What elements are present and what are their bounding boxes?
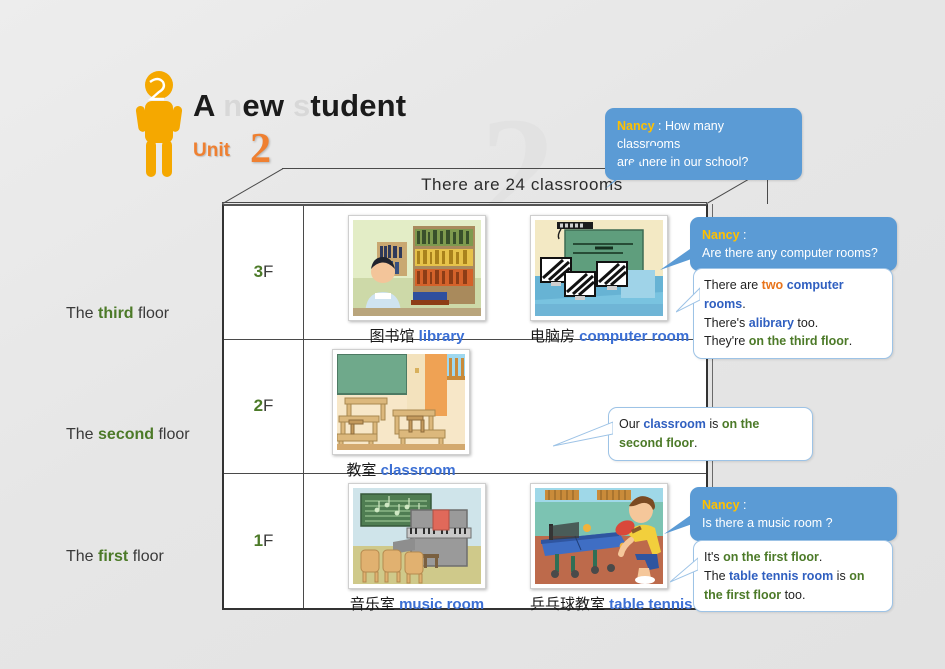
bubble-line: Our classroom is on the second floor. (619, 415, 802, 453)
bubble-tail-q1 (604, 146, 660, 190)
floor-tag-number: 2 (253, 396, 264, 416)
caption-cn: 乒乓球教室 (530, 595, 610, 613)
room-caption: 音乐室 music room (348, 593, 486, 614)
title-seg-faded-2: s (292, 88, 311, 123)
side-label-prefix: The (66, 548, 99, 565)
library-illustration (348, 215, 486, 321)
text-seg: too. (793, 315, 819, 330)
bubble-line: Are there any computer rooms? (702, 246, 878, 261)
speaker-name: Nancy (702, 228, 740, 242)
bubble-answer-computer-rooms[interactable]: There are two computer rooms. There's al… (693, 268, 893, 359)
title-seg-2: ew (242, 88, 293, 123)
text-seg: . (742, 296, 746, 311)
highlight-classroom: classroom (643, 417, 706, 431)
rooms-1f: 音乐室 music room 乒乓球教室 table tennis room (304, 474, 734, 613)
side-label-ordinal: second (98, 426, 155, 443)
speaker-colon: : (654, 119, 665, 133)
floor-tag-suffix: F (263, 262, 274, 282)
side-label-third: The third floor (66, 305, 226, 323)
floor-tag-suffix: F (263, 530, 274, 550)
side-label-second: The second floor (66, 426, 226, 444)
roof-diagonal-left (222, 168, 284, 204)
side-label-suffix: floor (133, 305, 170, 322)
highlight-library: alibrary (748, 315, 794, 330)
title-seg-1: A (193, 88, 224, 123)
side-label-suffix: floor (154, 426, 190, 443)
floor-tag-2f: 2F (224, 339, 304, 473)
bubble-line: Is there a music room ? (702, 516, 833, 531)
floor-tag-3f: 3F (224, 206, 304, 339)
bubble-question-computer-rooms[interactable]: Nancy : Are there any computer rooms? (690, 217, 897, 272)
highlight-first-floor: on the first floor (723, 550, 819, 564)
floor-tag-number: 3 (253, 262, 264, 282)
speaker-name: Nancy (702, 498, 740, 512)
bubble-line: Nancy : (702, 496, 885, 514)
room-library[interactable]: 图书馆 library (348, 215, 486, 346)
highlight-table-tennis-room: table tennis room (729, 568, 834, 583)
room-computer[interactable]: 电脑房 computer room (530, 215, 689, 346)
floor-tag-1f: 1F (224, 473, 304, 608)
floor-row-1f: 1F 音乐室 music room 乒乓球教室 table tennis roo… (224, 473, 734, 613)
text-seg: It's (704, 550, 724, 564)
floor-tag-number: 1 (253, 530, 264, 550)
text-seg: . (848, 334, 853, 349)
side-label-ordinal: first (98, 548, 129, 565)
text-seg: . (694, 435, 698, 450)
bubble-tail-a4 (670, 557, 698, 583)
caption-en: music room (399, 595, 485, 613)
page-title: A new student (193, 88, 406, 124)
bubble-line: It's on the first floor. (704, 548, 882, 567)
text-seg: Our (619, 417, 644, 431)
text-seg: . (818, 550, 823, 564)
bubble-line: There's alibrary too. (704, 314, 882, 333)
bubble-line: They're on the third floor. (704, 332, 882, 351)
computer-room-illustration (530, 215, 668, 321)
speaker-colon: : (739, 228, 747, 242)
side-label-prefix: The (66, 426, 99, 443)
text-seg: There's (704, 315, 749, 330)
unit-label: Unit (193, 140, 230, 161)
side-label-suffix: floor (128, 548, 164, 565)
bubble-line: There are two computer rooms. (704, 276, 882, 314)
title-seg-faded-1: n (223, 88, 243, 123)
bubble-question-music-room[interactable]: Nancy : Is there a music room ? (690, 487, 897, 542)
side-label-ordinal: third (98, 305, 134, 322)
text-seg: too. (781, 587, 806, 602)
bubble-tail-q2 (660, 242, 700, 270)
caption-cn: 音乐室 (349, 595, 400, 613)
classroom-illustration (332, 348, 470, 455)
side-label-prefix: The (66, 305, 99, 322)
music-room-illustration (348, 482, 486, 589)
student-figure-icon (135, 71, 183, 177)
floor-tag-suffix: F (263, 396, 274, 416)
table-tennis-room-illustration (530, 482, 668, 589)
bubble-line: The table tennis room is on the first fl… (704, 567, 882, 605)
slide-canvas: 2 𝒞 A new student Unit 2 The third floor… (0, 0, 945, 669)
bubble-tail-q4 (664, 510, 698, 534)
text-seg: is (705, 417, 722, 431)
bubble-tail-a3 (553, 421, 613, 447)
floor-row-3f: 3F 图书馆 library 电脑房 computer room (224, 206, 706, 345)
text-seg: They're (704, 334, 749, 349)
room-classroom[interactable]: 教室 classroom (332, 348, 470, 480)
text-seg: There are (704, 278, 762, 292)
unit-number: 2 (250, 126, 271, 172)
side-label-first: The first floor (66, 548, 226, 566)
rooms-3f: 图书馆 library 电脑房 computer room (304, 206, 706, 345)
title-seg-3: tudent (310, 88, 407, 123)
speaker-name: Nancy (617, 119, 655, 133)
bubble-line: Nancy : (702, 226, 885, 244)
text-seg: is (833, 568, 850, 583)
text-seg: The (704, 568, 730, 583)
speaker-colon: : (739, 498, 747, 512)
roof-front-line (222, 202, 707, 203)
bubble-answer-classroom[interactable]: Our classroom is on the second floor. (608, 407, 813, 461)
bubble-answer-music-room[interactable]: It's on the first floor. The table tenni… (693, 540, 893, 613)
bubble-tail-a2 (676, 287, 700, 313)
highlight-two: two (761, 278, 784, 292)
highlight-third-floor: on the third floor (748, 334, 849, 349)
room-music[interactable]: 音乐室 music room (348, 482, 486, 614)
